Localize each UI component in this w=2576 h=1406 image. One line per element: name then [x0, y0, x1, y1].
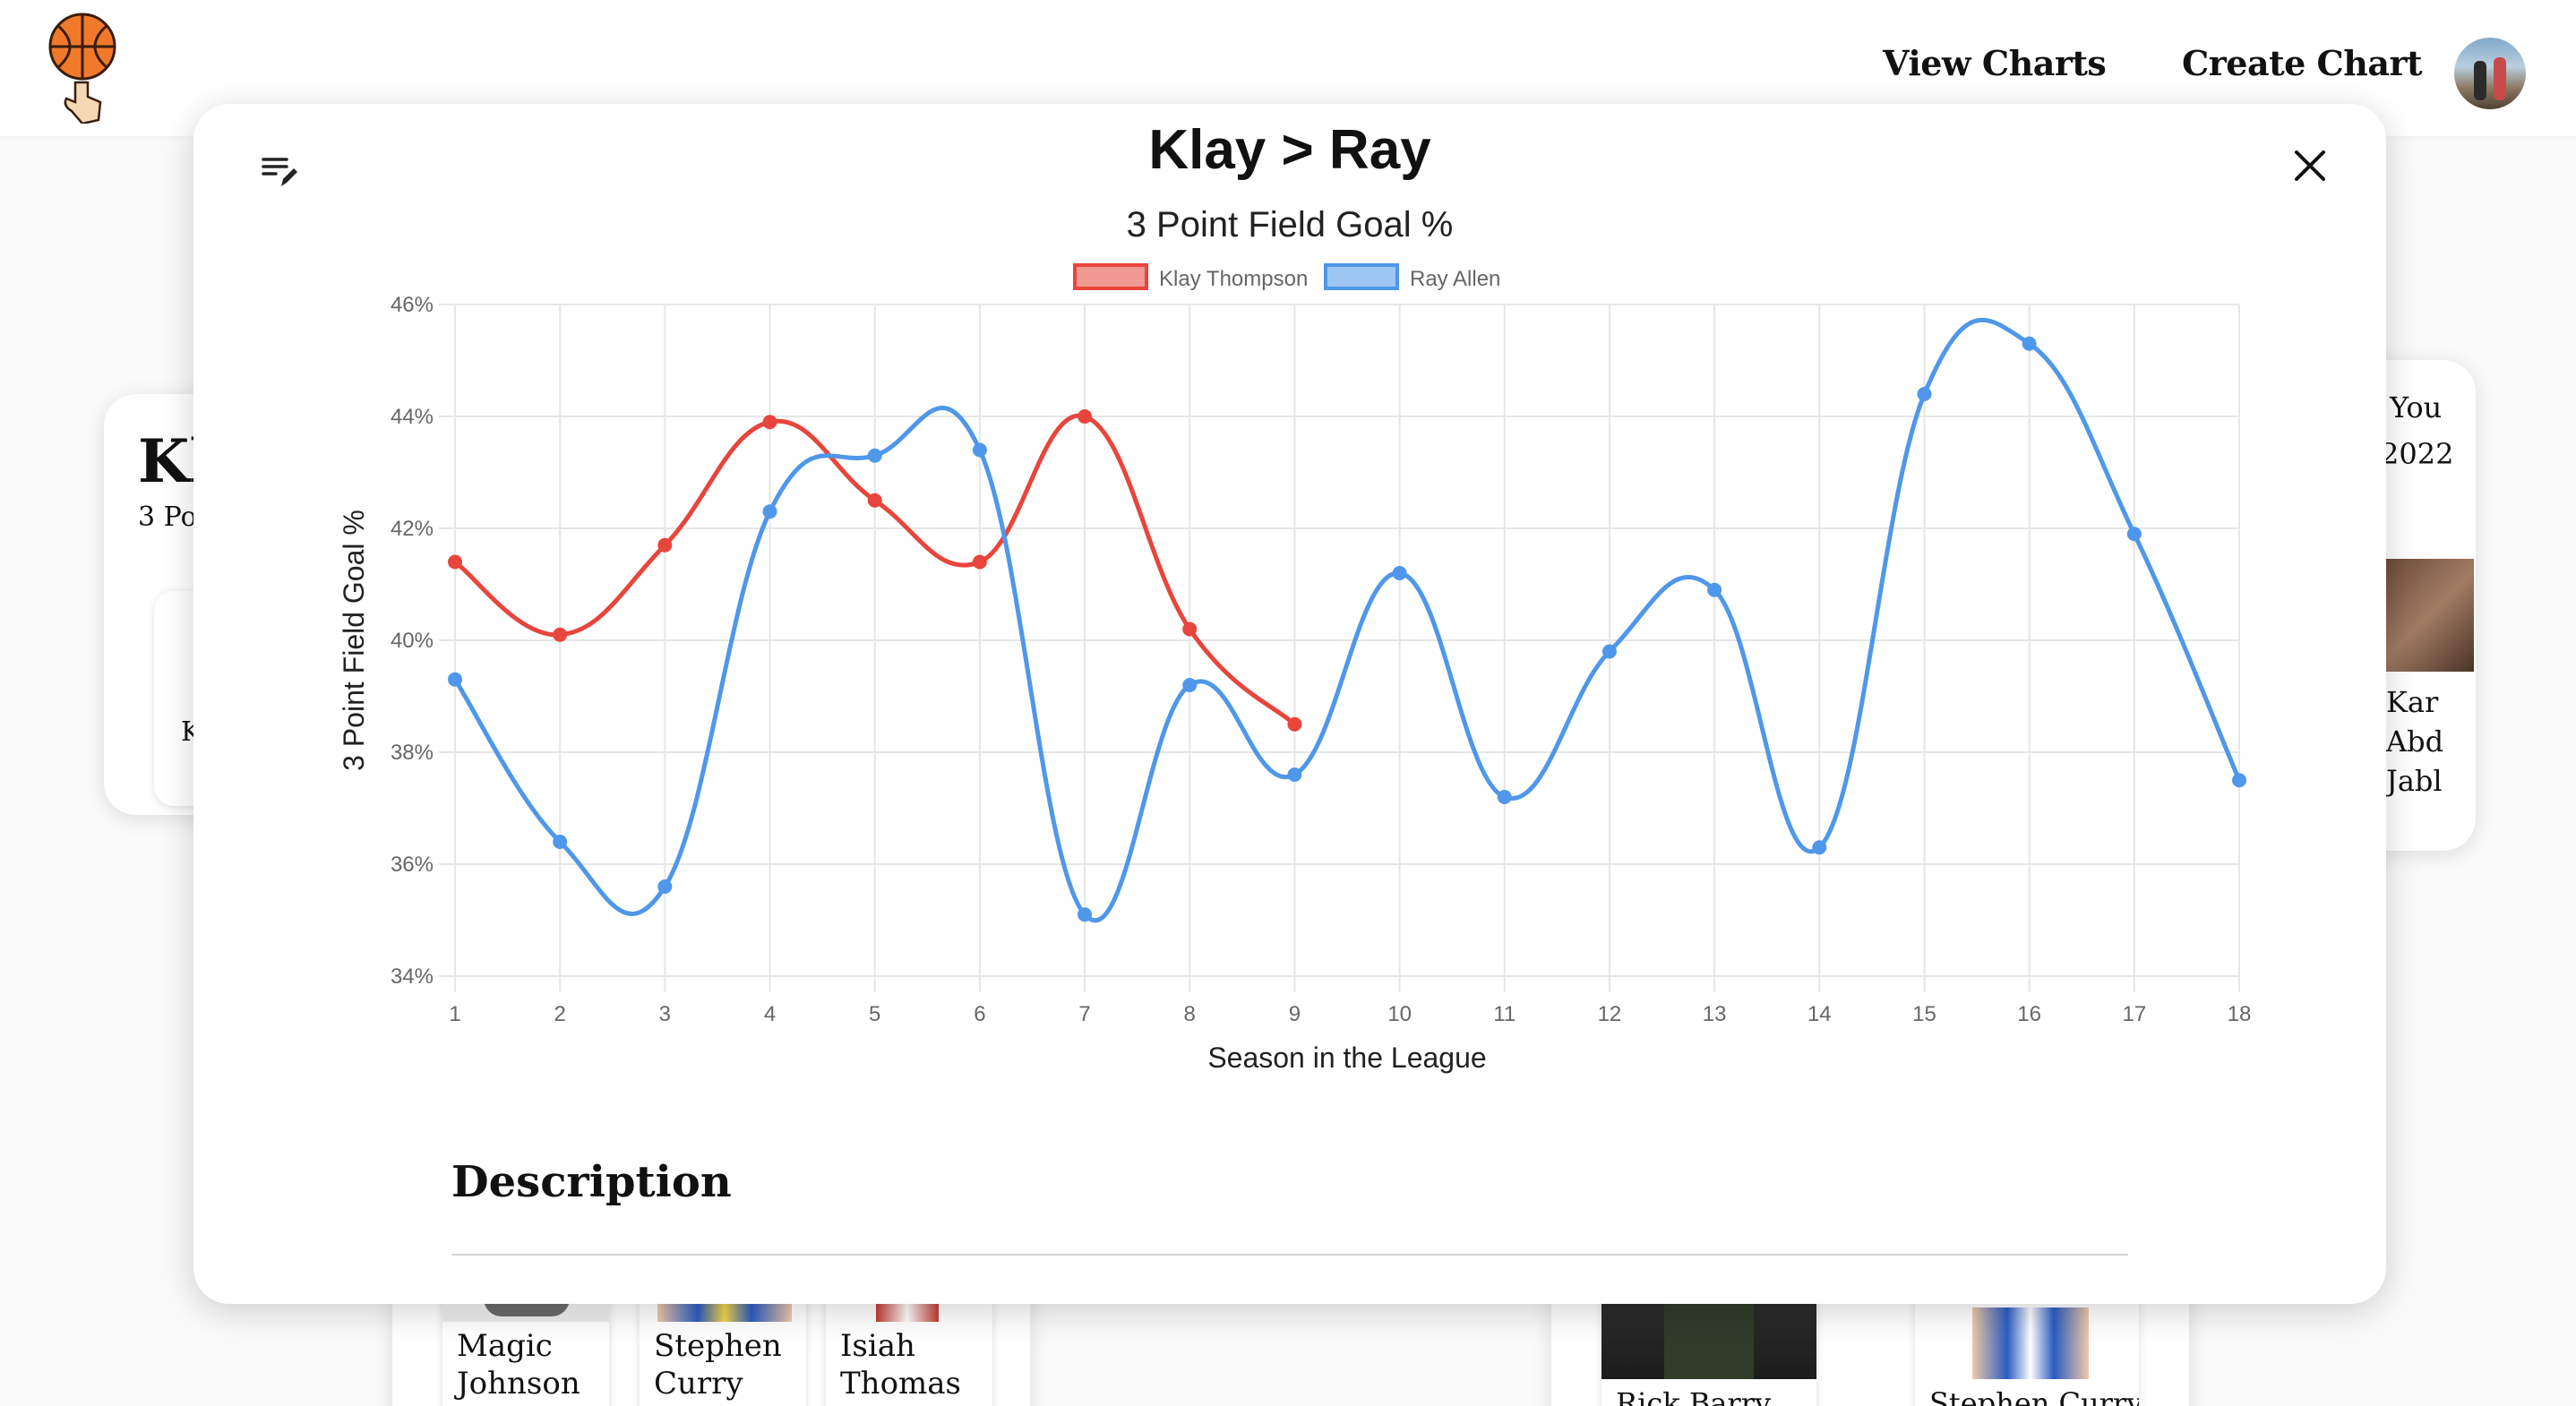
x-tick-label: 17	[2122, 1002, 2146, 1026]
data-point	[657, 879, 673, 894]
legend-label: Klay Thompson	[1159, 267, 1308, 291]
y-tick-label: 38%	[391, 741, 434, 765]
nav-create-chart[interactable]: Create Chart	[2182, 43, 2423, 83]
chart-card-subtitle: 3 Po	[138, 502, 197, 533]
legend-item: Klay Thompson	[1073, 263, 1308, 291]
data-point	[1392, 566, 1407, 580]
chart-title: 3 Point Field Goal %	[1127, 205, 1454, 244]
data-point	[1917, 387, 1932, 401]
player-name: Stephen Curry	[654, 1328, 782, 1402]
x-tick-label: 15	[1912, 1002, 1936, 1026]
x-tick-label: 8	[1184, 1002, 1196, 1026]
description-divider	[451, 1254, 2128, 1256]
legend-swatch	[1324, 263, 1399, 290]
data-point	[1707, 582, 1722, 597]
chart-modal: Klay > Ray 3 Point Field Goal % Klay Thom…	[193, 104, 2386, 1304]
x-tick-label: 9	[1289, 1002, 1301, 1026]
x-tick-label: 5	[869, 1002, 880, 1026]
player-name: Magic Johnson	[457, 1328, 580, 1402]
x-tick-label: 11	[1493, 1002, 1516, 1026]
player-name: Kar Abd Jabl	[2386, 685, 2444, 798]
player-name: Stephen Curry	[1929, 1386, 2139, 1406]
data-point	[553, 835, 568, 849]
data-point	[1497, 790, 1512, 804]
page: Kl 3 Po Kl You 2022 Kar Abd Jabl Magic J…	[0, 0, 2576, 1406]
x-tick-label: 18	[2228, 1002, 2252, 1026]
x-tick-label: 14	[1807, 1002, 1832, 1026]
x-tick-label: 1	[449, 1002, 460, 1026]
player-photo	[2384, 559, 2474, 672]
x-tick-label: 12	[1598, 1002, 1622, 1026]
legend-item: Ray Allen	[1324, 263, 1500, 291]
x-tick-label: 4	[764, 1002, 776, 1026]
chart-card-text: You	[2390, 390, 2443, 424]
description-heading: Description	[451, 1157, 732, 1207]
data-point	[2232, 773, 2246, 788]
data-point	[2126, 527, 2142, 542]
x-tick-label: 16	[2017, 1002, 2041, 1026]
y-tick-label: 44%	[391, 405, 434, 429]
data-point	[762, 504, 777, 519]
series-line-ray-allen	[452, 317, 2242, 923]
x-tick-label: 6	[974, 1002, 985, 1026]
chart-card-year: 2022	[2381, 437, 2454, 471]
data-point	[448, 672, 462, 687]
y-tick-label: 42%	[391, 517, 434, 541]
x-tick-label: 3	[659, 1002, 671, 1026]
data-point	[1182, 622, 1198, 637]
nav-view-charts[interactable]: View Charts	[1883, 43, 2107, 83]
legend-label: Ray Allen	[1410, 267, 1500, 291]
data-point	[972, 554, 987, 570]
y-tick-label: 34%	[391, 964, 434, 989]
data-point	[1601, 644, 1617, 659]
player-name: Isiah Thomas	[840, 1328, 962, 1402]
legend-swatch	[1073, 263, 1148, 290]
data-point	[762, 415, 777, 430]
player-name: Rick Barry	[1616, 1386, 1772, 1406]
avatar[interactable]	[2454, 38, 2526, 109]
y-axis-label: 3 Point Field Goal %	[338, 510, 370, 771]
data-point	[1812, 840, 1827, 855]
data-point	[1182, 678, 1198, 692]
data-point	[1078, 907, 1093, 922]
data-point	[867, 493, 882, 508]
x-tick-label: 13	[1703, 1002, 1727, 1026]
data-point	[972, 442, 987, 458]
data-point	[657, 537, 673, 553]
data-point	[448, 554, 462, 570]
basketball-logo-icon[interactable]	[45, 13, 125, 124]
data-point	[1078, 409, 1093, 424]
data-point	[1287, 767, 1302, 782]
x-tick-label: 2	[554, 1002, 565, 1026]
data-point	[2022, 336, 2037, 351]
line-chart: 3 Point Field Goal % Klay Thompson Ray All…	[338, 205, 2252, 1074]
data-point	[1287, 716, 1302, 732]
x-tick-label: 10	[1387, 1002, 1412, 1026]
y-tick-label: 46%	[391, 293, 434, 317]
x-axis-label: Season in the League	[1207, 1042, 1486, 1074]
data-point	[867, 448, 882, 463]
y-tick-label: 36%	[391, 853, 434, 877]
y-tick-label: 40%	[391, 629, 434, 653]
x-tick-label: 7	[1078, 1002, 1090, 1026]
data-point	[553, 627, 568, 642]
